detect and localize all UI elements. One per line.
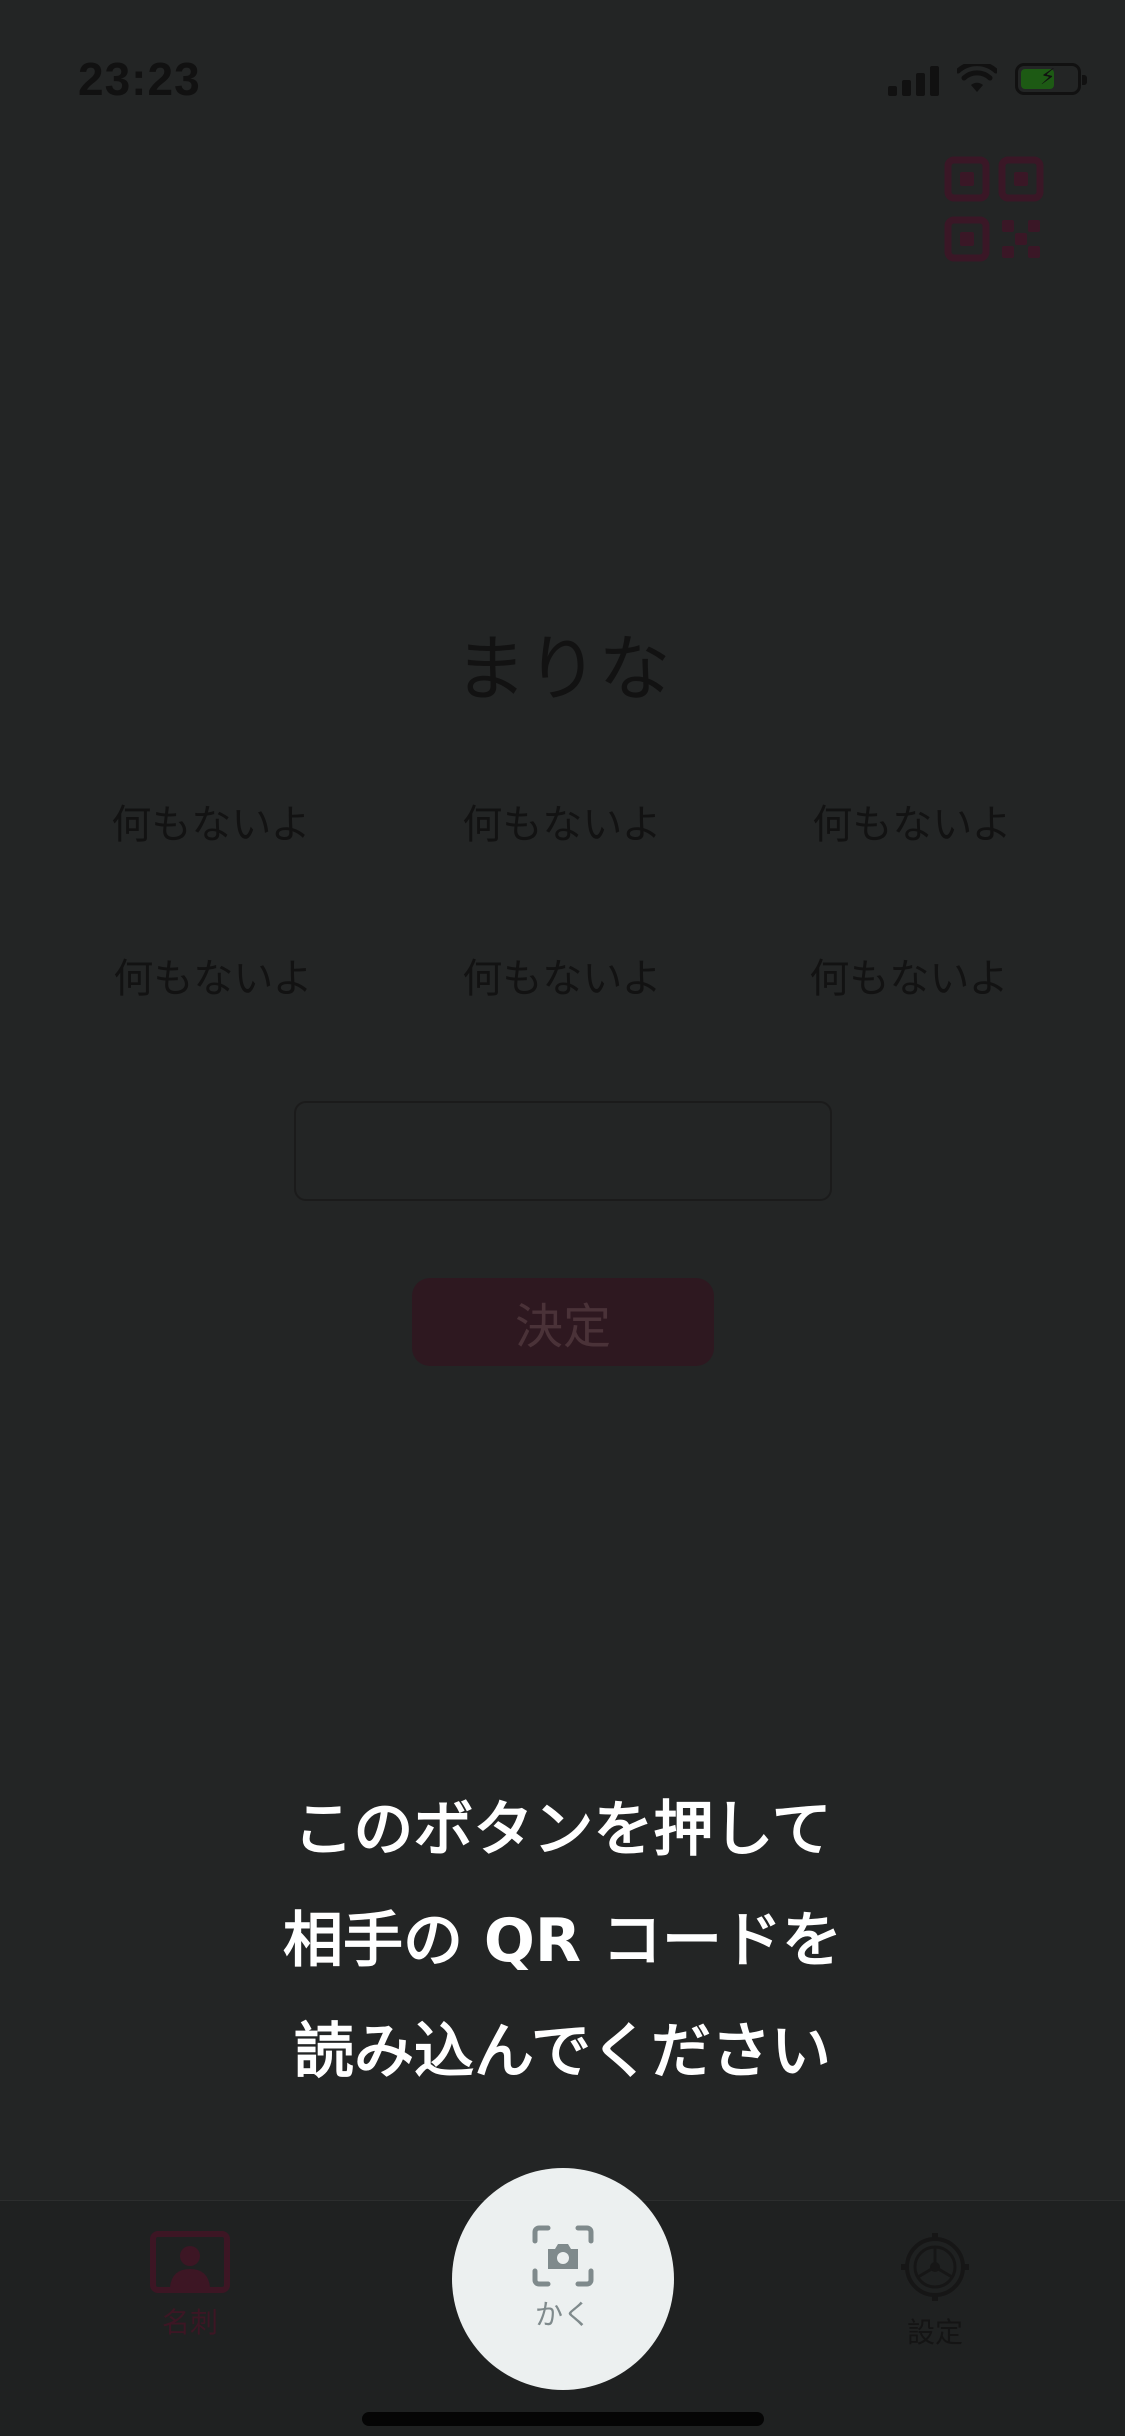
qr-code-button[interactable] [944, 156, 1044, 264]
tag-item[interactable]: 何もないよ [412, 792, 712, 850]
tab-label: 名刺 [161, 2306, 218, 2339]
tutorial-message: このボタンを押して 相手の QR コードを 読み込んでください [0, 1775, 1125, 2108]
screen: 23:23 ⚡ まりな 何もないよ 何もないよ 何もないよ 何もないよ 何もない… [0, 0, 1125, 2436]
qr-code-icon [944, 156, 1044, 262]
tab-settings[interactable]: 設定 [885, 2231, 985, 2351]
camera-scan-icon [532, 2225, 594, 2287]
scan-button[interactable]: かく [452, 2168, 674, 2390]
profile-name: まりな [454, 627, 671, 711]
status-time: 23:23 [78, 53, 201, 105]
scan-button-label: かく [534, 2298, 591, 2331]
tab-meishi[interactable]: 名刺 [140, 2231, 240, 2341]
tag-item[interactable]: 何もないよ [759, 946, 1059, 1004]
tab-label: 設定 [906, 2316, 963, 2349]
tag-item[interactable]: 何もないよ [412, 946, 712, 1004]
cellular-signal-icon [888, 62, 939, 96]
wifi-icon [957, 64, 997, 92]
tutorial-line: 相手の QR コードを [283, 1906, 842, 1976]
profile-card-icon [150, 2231, 230, 2293]
tag-item[interactable]: 何もないよ [61, 792, 361, 850]
status-icons: ⚡ [888, 62, 1087, 96]
battery-icon: ⚡ [1015, 63, 1087, 95]
tutorial-line: このボタンを押して [293, 1795, 832, 1865]
text-input-field[interactable] [294, 1101, 832, 1201]
home-indicator[interactable] [362, 2412, 764, 2426]
submit-button[interactable]: 決定 [412, 1278, 714, 1366]
tutorial-line: 読み込んでください [294, 2017, 831, 2087]
tag-item[interactable]: 何もないよ [63, 946, 363, 1004]
gear-icon [901, 2233, 969, 2301]
tag-item[interactable]: 何もないよ [762, 792, 1062, 850]
